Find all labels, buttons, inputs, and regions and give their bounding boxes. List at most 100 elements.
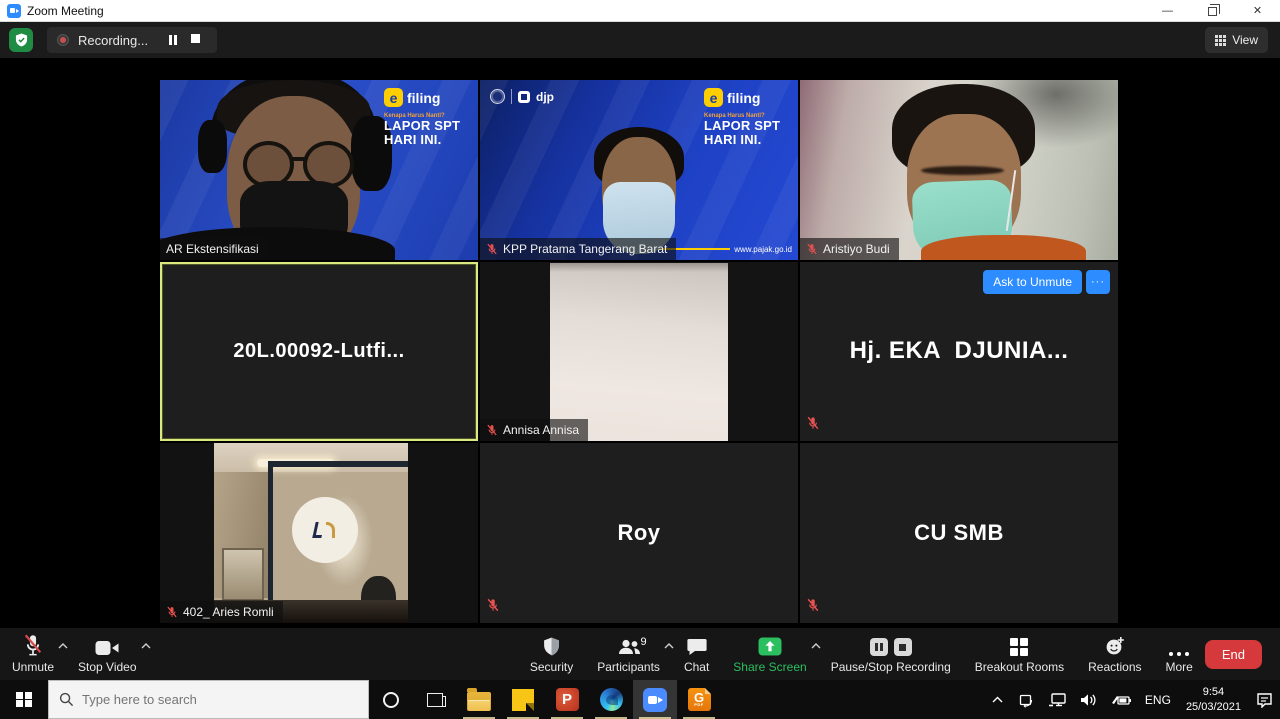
stop-video-label: Stop Video	[78, 660, 137, 674]
end-meeting-button[interactable]: End	[1205, 640, 1262, 669]
participant-display-name: Hj. EKA DJUNIA...	[800, 262, 1118, 442]
pause-recording-button[interactable]	[169, 35, 177, 45]
view-label: View	[1232, 33, 1258, 47]
language-indicator[interactable]: ENG	[1138, 680, 1178, 719]
screen-recorder-tray-icon[interactable]	[1010, 680, 1041, 719]
search-input[interactable]	[82, 692, 332, 707]
campaign-line: LAPOR SPT	[704, 119, 790, 133]
recording-dot-icon	[57, 34, 69, 46]
mic-muted-icon	[23, 634, 43, 656]
headphone-cup	[198, 120, 227, 174]
close-button[interactable]: ✕	[1235, 0, 1280, 21]
windows-taskbar: P GPDF ENG 9:54 25/03/2	[0, 680, 1280, 719]
sticky-notes-button[interactable]	[501, 680, 545, 719]
participants-count: 9	[641, 636, 647, 648]
network-tray-icon[interactable]	[1041, 680, 1073, 719]
powerpoint-button[interactable]: P	[545, 680, 589, 719]
efiling-logo-icon: e	[384, 88, 403, 107]
pause-recording-icon[interactable]	[870, 638, 888, 656]
taskbar-clock[interactable]: 9:54 25/03/2021	[1178, 680, 1249, 719]
task-view-icon	[427, 693, 443, 707]
taskbar-search[interactable]	[48, 680, 369, 719]
efiling-wordmark: filing	[407, 90, 440, 106]
share-screen-label: Share Screen	[733, 660, 806, 674]
security-label: Security	[530, 660, 573, 674]
meeting-topbar: Recording... View	[0, 22, 1280, 58]
stop-video-button[interactable]: Stop Video	[66, 628, 149, 680]
volume-tray-icon[interactable]	[1073, 680, 1104, 719]
minimize-button[interactable]: —	[1145, 0, 1190, 21]
participant-name-label: 402_ Aries Romli	[160, 601, 283, 623]
participant-display-name: CU SMB	[800, 443, 1118, 623]
participant-display-name: Roy	[480, 443, 798, 623]
edge-button[interactable]	[589, 680, 633, 719]
participants-button[interactable]: Participants 9	[585, 628, 672, 680]
task-view-button[interactable]	[413, 680, 457, 719]
pdf-app-button[interactable]: GPDF	[677, 680, 721, 719]
system-tray: ENG 9:54 25/03/2021	[985, 680, 1280, 719]
chat-label: Chat	[684, 660, 709, 674]
clock-time: 9:54	[1186, 685, 1241, 700]
breakout-rooms-button[interactable]: Breakout Rooms	[963, 628, 1076, 680]
stop-recording-icon[interactable]	[894, 638, 912, 656]
stop-recording-button[interactable]	[191, 34, 200, 46]
video-tile-roy[interactable]: Roy	[480, 443, 798, 623]
chat-button[interactable]: Chat	[672, 628, 721, 680]
cortana-button[interactable]	[369, 680, 413, 719]
action-center-button[interactable]	[1249, 680, 1280, 719]
video-tile-aries-romli[interactable]: 402_ Aries Romli	[160, 443, 478, 623]
video-tile-kpp-pratama[interactable]: djp e filing Kenapa Harus Nanti? LAPOR S…	[480, 80, 798, 260]
battery-pen-tray-icon[interactable]	[1104, 680, 1138, 719]
start-button[interactable]	[0, 680, 48, 719]
djp-logo: djp	[490, 89, 554, 104]
restore-button[interactable]	[1190, 0, 1235, 21]
efiling-logo-icon: e	[704, 88, 723, 107]
website-url: www.pajak.go.id	[734, 245, 792, 254]
more-label: More	[1166, 660, 1193, 674]
reactions-smiley-icon	[1105, 634, 1125, 656]
participant-name-label: Aristiyo Budi	[800, 238, 899, 260]
show-hidden-icons-button[interactable]	[985, 680, 1010, 719]
security-button[interactable]: Security	[518, 628, 585, 680]
video-tile-annisa[interactable]: Annisa Annisa	[480, 262, 798, 442]
share-screen-button[interactable]: Share Screen	[721, 628, 818, 680]
share-screen-icon	[758, 634, 782, 656]
file-explorer-button[interactable]	[457, 680, 501, 719]
office-video	[214, 443, 408, 623]
glasses-bridge	[290, 157, 306, 161]
pause-stop-recording-button[interactable]: Pause/Stop Recording	[819, 628, 963, 680]
person-shirt	[921, 235, 1086, 260]
zoom-taskbar-button[interactable]	[633, 680, 677, 719]
djp-wordmark: djp	[536, 90, 554, 104]
efiling-banner: e filing Kenapa Harus Nanti? LAPOR SPT H…	[704, 88, 790, 146]
recording-indicator: Recording...	[47, 27, 217, 53]
video-tile-aristiyo-budi[interactable]: Aristiyo Budi	[800, 80, 1118, 260]
sticky-notes-icon	[512, 689, 534, 711]
divider	[511, 89, 512, 104]
muted-mic-icon	[486, 598, 500, 617]
powerpoint-icon: P	[556, 688, 579, 711]
view-grid-icon	[1215, 35, 1226, 46]
clock-date: 25/03/2021	[1186, 700, 1241, 715]
video-tile-cu-smb[interactable]: CU SMB	[800, 443, 1118, 623]
view-button[interactable]: View	[1205, 27, 1268, 53]
video-gallery: e filing Kenapa Harus Nanti? LAPOR SPT H…	[0, 58, 1280, 628]
muted-mic-icon	[806, 598, 820, 617]
participant-name: KPP Pratama Tangerang Barat	[503, 242, 667, 256]
more-button[interactable]: More	[1154, 628, 1205, 680]
unmute-button[interactable]: Unmute	[0, 628, 66, 680]
video-options-chevron[interactable]	[141, 638, 151, 652]
video-tile-lutfi-active-speaker[interactable]: 20L.00092-Lutfi...	[160, 262, 478, 442]
pause-stop-recording-label: Pause/Stop Recording	[831, 660, 951, 674]
meeting-info-shield-icon[interactable]	[9, 28, 33, 52]
reactions-button[interactable]: Reactions	[1076, 628, 1153, 680]
efiling-banner: e filing Kenapa Harus Nanti? LAPOR SPT H…	[384, 88, 470, 146]
video-tile-eka[interactable]: Ask to Unmute ··· Hj. EKA DJUNIA...	[800, 262, 1118, 442]
cortana-icon	[383, 692, 399, 708]
shield-icon	[543, 634, 560, 656]
restore-icon	[1208, 7, 1217, 16]
participant-name: Aristiyo Budi	[823, 242, 890, 256]
participant-name: Annisa Annisa	[503, 423, 579, 437]
video-tile-ar-ekstensifikasi[interactable]: e filing Kenapa Harus Nanti? LAPOR SPT H…	[160, 80, 478, 260]
reactions-label: Reactions	[1088, 660, 1141, 674]
